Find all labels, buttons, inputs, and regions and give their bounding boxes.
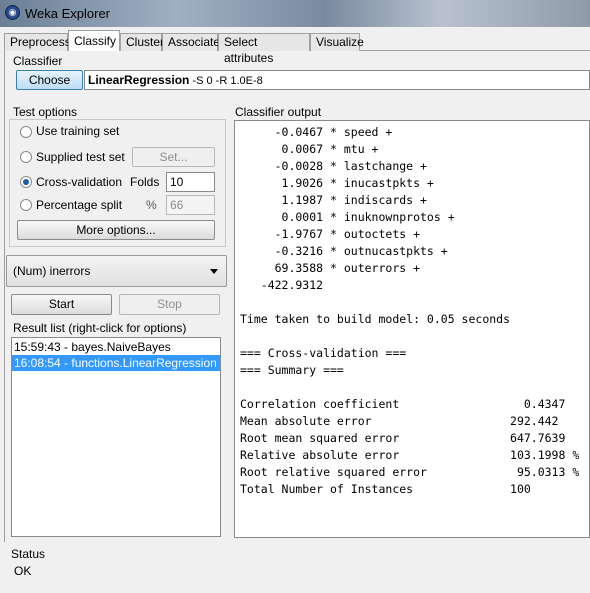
set-test-set-button[interactable]: Set... xyxy=(132,147,215,167)
more-options-button[interactable]: More options... xyxy=(17,220,215,240)
output-line: -0.3216 * outnucastpkts + xyxy=(240,244,448,258)
percent-symbol: % xyxy=(146,198,157,212)
choose-button[interactable]: Choose xyxy=(16,70,83,90)
classifier-section-label: Classifier xyxy=(13,54,63,68)
tab-visualize[interactable]: Visualize xyxy=(310,33,364,51)
result-list[interactable]: 15:59:43 - bayes.NaiveBayes 16:08:54 - f… xyxy=(11,337,221,537)
percentage-split-radio[interactable] xyxy=(20,199,32,211)
title-bar: ◉ Weka Explorer xyxy=(0,0,590,27)
output-line: Mean absolute error 292.442 xyxy=(240,414,559,428)
output-line: Correlation coefficient 0.4347 xyxy=(240,397,566,411)
classifier-output-panel[interactable]: -0.0467 * speed + 0.0067 * mtu + -0.0028… xyxy=(234,120,590,538)
result-list-item-selected[interactable]: 16:08:54 - functions.LinearRegression xyxy=(12,355,220,371)
output-line: -0.0467 * speed + xyxy=(240,125,393,139)
output-line: Time taken to build model: 0.05 seconds xyxy=(240,312,511,326)
output-line: 0.0001 * inuknownprotos + xyxy=(240,210,455,224)
target-attribute-value: (Num) inerrors xyxy=(13,264,91,278)
output-line: -422.9312 xyxy=(240,278,324,292)
supplied-test-set-radio[interactable] xyxy=(20,151,32,163)
tab-select-attributes[interactable]: Select attributes xyxy=(218,33,310,65)
window-title: Weka Explorer xyxy=(25,6,111,21)
output-line: Root relative squared error 95.0313 % xyxy=(240,465,580,479)
folds-input[interactable]: 10 xyxy=(166,172,215,192)
tab-cluster[interactable]: Cluster xyxy=(120,33,164,51)
output-line: 1.9026 * inucastpkts + xyxy=(240,176,434,190)
status-area xyxy=(4,542,590,593)
output-line: Root mean squared error 647.7639 xyxy=(240,431,566,445)
status-label: Status xyxy=(11,547,46,561)
weka-logo-icon: ◉ xyxy=(5,5,20,20)
classifier-config-field[interactable]: LinearRegression -S 0 -R 1.0E-8 xyxy=(84,70,590,90)
folds-label: Folds xyxy=(130,175,160,189)
output-line: Relative absolute error 103.1998 % xyxy=(240,448,580,462)
result-list-label: Result list (right-click for options) xyxy=(13,321,187,335)
use-training-set-label: Use training set xyxy=(36,124,120,138)
start-button[interactable]: Start xyxy=(11,294,112,315)
output-line: 1.1987 * indiscards + xyxy=(240,193,427,207)
use-training-set-radio[interactable] xyxy=(20,126,32,138)
output-line: 0.0067 * mtu + xyxy=(240,142,379,156)
cross-validation-radio[interactable] xyxy=(20,176,32,188)
classifier-output-label: Classifier output xyxy=(235,105,322,119)
chevron-down-icon xyxy=(210,269,218,274)
status-text: OK xyxy=(14,564,32,578)
output-line: Total Number of Instances 100 xyxy=(240,482,531,496)
tab-classify[interactable]: Classify xyxy=(68,30,120,51)
output-line: -1.9767 * outoctets + xyxy=(240,227,421,241)
tab-preprocess[interactable]: Preprocess xyxy=(4,33,71,51)
output-line: -0.0028 * lastchange + xyxy=(240,159,427,173)
classifier-options: -S 0 -R 1.0E-8 xyxy=(189,75,263,87)
target-attribute-select[interactable]: (Num) inerrors xyxy=(6,255,227,287)
stop-button[interactable]: Stop xyxy=(119,294,220,315)
percentage-split-label: Percentage split xyxy=(36,198,123,212)
result-list-item[interactable]: 15:59:43 - bayes.NaiveBayes xyxy=(12,339,220,355)
output-line: 69.3588 * outerrors + xyxy=(240,261,421,275)
test-options-label: Test options xyxy=(13,105,78,119)
output-line: === Summary === xyxy=(240,363,344,377)
supplied-test-set-label: Supplied test set xyxy=(36,150,125,164)
percentage-split-input[interactable]: 66 xyxy=(166,195,215,215)
output-line: === Cross-validation === xyxy=(240,346,407,360)
tab-associate[interactable]: Associate xyxy=(162,33,220,51)
cross-validation-label: Cross-validation xyxy=(36,175,123,189)
classifier-name: LinearRegression xyxy=(88,73,190,87)
